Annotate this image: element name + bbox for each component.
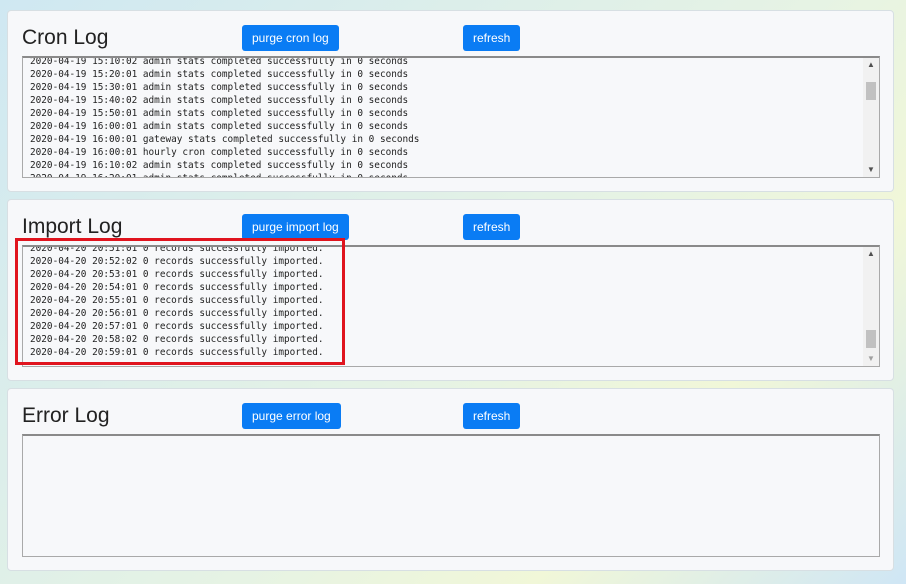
log-line: 2020-04-19 15:20:01 admin stats complete…: [30, 69, 409, 80]
refresh-cron-log-button[interactable]: refresh: [463, 25, 521, 51]
import-log-scroll-thumb[interactable]: [866, 330, 876, 348]
log-line: 2020-04-20 20:58:02 0 records successful…: [30, 334, 324, 345]
cron-log-title: Cron Log: [22, 26, 109, 49]
purge-import-log-button[interactable]: purge import log: [242, 214, 349, 240]
import-log-scrollbar[interactable]: ▲ ▼: [863, 247, 879, 366]
log-line: 2020-04-19 16:00:01 hourly cron complete…: [30, 147, 409, 158]
log-line: 2020-04-19 16:20:01 admin stats complete…: [30, 172, 862, 177]
log-line: 2020-04-19 15:40:02 admin stats complete…: [30, 95, 409, 106]
log-line: 2020-04-20 20:56:01 0 records successful…: [30, 308, 324, 319]
log-line: 2020-04-19 15:50:01 admin stats complete…: [30, 108, 409, 119]
cron-log-scroll-thumb[interactable]: [866, 82, 876, 100]
log-line: 2020-04-19 16:00:01 admin stats complete…: [30, 121, 409, 132]
refresh-import-log-button[interactable]: refresh: [463, 214, 521, 240]
log-line: 2020-04-19 15:30:01 admin stats complete…: [30, 82, 409, 93]
log-line: 2020-04-19 15:10:02 admin stats complete…: [30, 56, 409, 67]
cron-log-panel: Cron Log purge cron log refresh 2020-04-…: [7, 10, 894, 192]
refresh-error-log-button[interactable]: refresh: [463, 403, 521, 429]
log-line: 2020-04-19 16:00:01 gateway stats comple…: [30, 134, 420, 145]
purge-cron-log-button[interactable]: purge cron log: [242, 25, 339, 51]
import-log-lines: 2020-04-20 20:51:01 0 records successful…: [30, 245, 862, 359]
scroll-down-arrow-icon[interactable]: ▼: [863, 163, 879, 177]
log-line: 2020-04-20 20:53:01 0 records successful…: [30, 269, 324, 280]
log-line: 2020-04-20 20:52:02 0 records successful…: [30, 256, 324, 267]
log-line: 2020-04-20 20:54:01 0 records successful…: [30, 282, 324, 293]
import-log-title: Import Log: [22, 215, 123, 238]
scroll-up-arrow-icon[interactable]: ▲: [863, 247, 879, 261]
error-log-panel: Error Log purge error log refresh: [7, 388, 894, 571]
error-log-title: Error Log: [22, 404, 110, 427]
scroll-down-arrow-icon[interactable]: ▼: [863, 352, 879, 366]
import-log-panel: Import Log purge import log refresh 2020…: [7, 199, 894, 381]
purge-error-log-button[interactable]: purge error log: [242, 403, 341, 429]
log-line: 2020-04-19 16:10:02 admin stats complete…: [30, 160, 409, 171]
import-log-textarea[interactable]: 2020-04-20 20:51:01 0 records successful…: [22, 245, 880, 367]
scroll-up-arrow-icon[interactable]: ▲: [863, 58, 879, 72]
cron-log-textarea[interactable]: 2020-04-19 15:10:02 admin stats complete…: [22, 56, 880, 178]
cron-log-scrollbar[interactable]: ▲ ▼: [863, 58, 879, 177]
log-line: 2020-04-20 20:57:01 0 records successful…: [30, 321, 324, 332]
cron-log-lines: 2020-04-19 15:10:02 admin stats complete…: [30, 56, 862, 177]
error-log-textarea[interactable]: [22, 434, 880, 557]
log-line: 2020-04-20 20:59:01 0 records successful…: [30, 347, 324, 358]
log-line: 2020-04-20 20:51:01 0 records successful…: [30, 245, 324, 254]
log-line: 2020-04-20 20:55:01 0 records successful…: [30, 295, 324, 306]
